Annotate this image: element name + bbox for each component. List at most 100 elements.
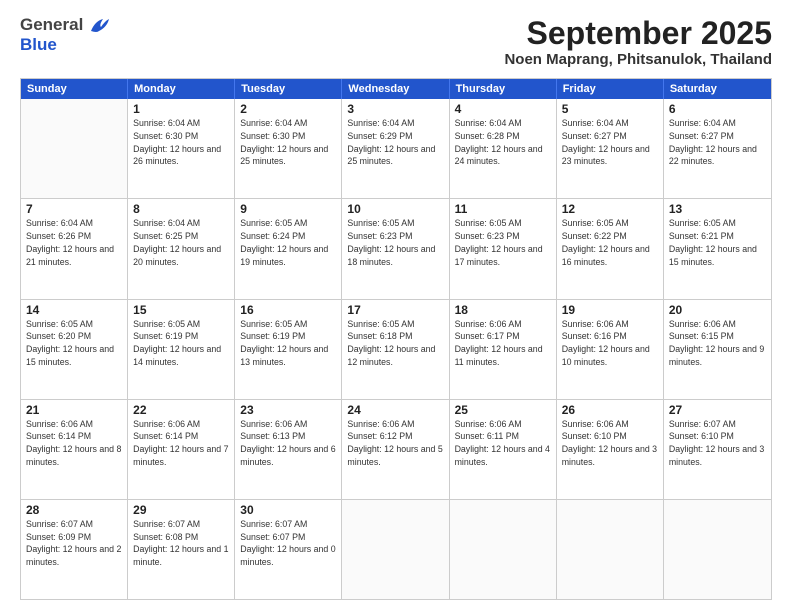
calendar: SundayMondayTuesdayWednesdayThursdayFrid… [20, 78, 772, 600]
cell-info: Sunrise: 6:07 AMSunset: 6:07 PMDaylight:… [240, 518, 336, 569]
cal-cell-4-2: 30Sunrise: 6:07 AMSunset: 6:07 PMDayligh… [235, 500, 342, 599]
cell-info: Sunrise: 6:06 AMSunset: 6:16 PMDaylight:… [562, 318, 658, 369]
cal-cell-2-3: 17Sunrise: 6:05 AMSunset: 6:18 PMDayligh… [342, 300, 449, 399]
header-day-thursday: Thursday [450, 79, 557, 99]
cal-cell-2-2: 16Sunrise: 6:05 AMSunset: 6:19 PMDayligh… [235, 300, 342, 399]
cell-info: Sunrise: 6:06 AMSunset: 6:14 PMDaylight:… [133, 418, 229, 469]
cell-day-number: 28 [26, 503, 122, 517]
cell-info: Sunrise: 6:05 AMSunset: 6:23 PMDaylight:… [347, 217, 443, 268]
cal-cell-4-5 [557, 500, 664, 599]
cal-cell-0-4: 4Sunrise: 6:04 AMSunset: 6:28 PMDaylight… [450, 99, 557, 198]
cell-day-number: 11 [455, 202, 551, 216]
cell-info: Sunrise: 6:04 AMSunset: 6:26 PMDaylight:… [26, 217, 122, 268]
cell-day-number: 15 [133, 303, 229, 317]
cell-day-number: 7 [26, 202, 122, 216]
cal-cell-2-5: 19Sunrise: 6:06 AMSunset: 6:16 PMDayligh… [557, 300, 664, 399]
cal-cell-2-4: 18Sunrise: 6:06 AMSunset: 6:17 PMDayligh… [450, 300, 557, 399]
cal-cell-3-6: 27Sunrise: 6:07 AMSunset: 6:10 PMDayligh… [664, 400, 771, 499]
cell-day-number: 23 [240, 403, 336, 417]
cell-day-number: 21 [26, 403, 122, 417]
cal-cell-3-4: 25Sunrise: 6:06 AMSunset: 6:11 PMDayligh… [450, 400, 557, 499]
cell-info: Sunrise: 6:05 AMSunset: 6:21 PMDaylight:… [669, 217, 766, 268]
cell-day-number: 4 [455, 102, 551, 116]
cell-info: Sunrise: 6:06 AMSunset: 6:11 PMDaylight:… [455, 418, 551, 469]
cell-day-number: 2 [240, 102, 336, 116]
cell-info: Sunrise: 6:06 AMSunset: 6:10 PMDaylight:… [562, 418, 658, 469]
cell-day-number: 9 [240, 202, 336, 216]
cell-info: Sunrise: 6:05 AMSunset: 6:20 PMDaylight:… [26, 318, 122, 369]
cell-day-number: 6 [669, 102, 766, 116]
cell-info: Sunrise: 6:04 AMSunset: 6:28 PMDaylight:… [455, 117, 551, 168]
cell-info: Sunrise: 6:04 AMSunset: 6:30 PMDaylight:… [240, 117, 336, 168]
cell-info: Sunrise: 6:07 AMSunset: 6:10 PMDaylight:… [669, 418, 766, 469]
cal-cell-0-2: 2Sunrise: 6:04 AMSunset: 6:30 PMDaylight… [235, 99, 342, 198]
cal-cell-3-2: 23Sunrise: 6:06 AMSunset: 6:13 PMDayligh… [235, 400, 342, 499]
cell-day-number: 17 [347, 303, 443, 317]
cal-cell-3-3: 24Sunrise: 6:06 AMSunset: 6:12 PMDayligh… [342, 400, 449, 499]
cell-day-number: 18 [455, 303, 551, 317]
cal-cell-1-5: 12Sunrise: 6:05 AMSunset: 6:22 PMDayligh… [557, 199, 664, 298]
cal-cell-1-3: 10Sunrise: 6:05 AMSunset: 6:23 PMDayligh… [342, 199, 449, 298]
cal-cell-2-6: 20Sunrise: 6:06 AMSunset: 6:15 PMDayligh… [664, 300, 771, 399]
cell-info: Sunrise: 6:04 AMSunset: 6:27 PMDaylight:… [669, 117, 766, 168]
cal-cell-4-4 [450, 500, 557, 599]
cell-info: Sunrise: 6:06 AMSunset: 6:14 PMDaylight:… [26, 418, 122, 469]
cal-cell-1-0: 7Sunrise: 6:04 AMSunset: 6:26 PMDaylight… [21, 199, 128, 298]
cell-day-number: 8 [133, 202, 229, 216]
cell-day-number: 19 [562, 303, 658, 317]
logo: General Blue [20, 16, 111, 53]
cell-info: Sunrise: 6:06 AMSunset: 6:12 PMDaylight:… [347, 418, 443, 469]
cell-info: Sunrise: 6:07 AMSunset: 6:08 PMDaylight:… [133, 518, 229, 569]
cell-day-number: 14 [26, 303, 122, 317]
header: General Blue September 2025 Noen Maprang… [20, 16, 772, 68]
cal-cell-4-0: 28Sunrise: 6:07 AMSunset: 6:09 PMDayligh… [21, 500, 128, 599]
month-title: September 2025 [504, 16, 772, 51]
header-day-friday: Friday [557, 79, 664, 99]
logo-general: General [20, 15, 83, 34]
cell-day-number: 1 [133, 102, 229, 116]
calendar-row-0: 1Sunrise: 6:04 AMSunset: 6:30 PMDaylight… [21, 99, 771, 199]
cell-day-number: 13 [669, 202, 766, 216]
title-section: September 2025 Noen Maprang, Phitsanulok… [504, 16, 772, 68]
cell-day-number: 5 [562, 102, 658, 116]
cell-info: Sunrise: 6:06 AMSunset: 6:13 PMDaylight:… [240, 418, 336, 469]
cal-cell-4-6 [664, 500, 771, 599]
header-day-monday: Monday [128, 79, 235, 99]
page: General Blue September 2025 Noen Maprang… [0, 0, 792, 612]
cell-info: Sunrise: 6:05 AMSunset: 6:19 PMDaylight:… [133, 318, 229, 369]
calendar-row-4: 28Sunrise: 6:07 AMSunset: 6:09 PMDayligh… [21, 500, 771, 599]
cal-cell-3-0: 21Sunrise: 6:06 AMSunset: 6:14 PMDayligh… [21, 400, 128, 499]
calendar-body: 1Sunrise: 6:04 AMSunset: 6:30 PMDaylight… [21, 99, 771, 599]
cal-cell-4-1: 29Sunrise: 6:07 AMSunset: 6:08 PMDayligh… [128, 500, 235, 599]
cell-day-number: 12 [562, 202, 658, 216]
cal-cell-0-5: 5Sunrise: 6:04 AMSunset: 6:27 PMDaylight… [557, 99, 664, 198]
cal-cell-0-3: 3Sunrise: 6:04 AMSunset: 6:29 PMDaylight… [342, 99, 449, 198]
cell-day-number: 30 [240, 503, 336, 517]
cell-info: Sunrise: 6:04 AMSunset: 6:30 PMDaylight:… [133, 117, 229, 168]
cell-info: Sunrise: 6:05 AMSunset: 6:23 PMDaylight:… [455, 217, 551, 268]
header-day-tuesday: Tuesday [235, 79, 342, 99]
cal-cell-1-2: 9Sunrise: 6:05 AMSunset: 6:24 PMDaylight… [235, 199, 342, 298]
cell-day-number: 25 [455, 403, 551, 417]
cell-day-number: 27 [669, 403, 766, 417]
calendar-row-3: 21Sunrise: 6:06 AMSunset: 6:14 PMDayligh… [21, 400, 771, 500]
cell-info: Sunrise: 6:04 AMSunset: 6:27 PMDaylight:… [562, 117, 658, 168]
cell-info: Sunrise: 6:05 AMSunset: 6:22 PMDaylight:… [562, 217, 658, 268]
cell-info: Sunrise: 6:05 AMSunset: 6:19 PMDaylight:… [240, 318, 336, 369]
cell-day-number: 24 [347, 403, 443, 417]
cal-cell-0-6: 6Sunrise: 6:04 AMSunset: 6:27 PMDaylight… [664, 99, 771, 198]
cell-info: Sunrise: 6:05 AMSunset: 6:24 PMDaylight:… [240, 217, 336, 268]
cal-cell-2-1: 15Sunrise: 6:05 AMSunset: 6:19 PMDayligh… [128, 300, 235, 399]
calendar-header: SundayMondayTuesdayWednesdayThursdayFrid… [21, 79, 771, 99]
cal-cell-1-4: 11Sunrise: 6:05 AMSunset: 6:23 PMDayligh… [450, 199, 557, 298]
cell-info: Sunrise: 6:05 AMSunset: 6:18 PMDaylight:… [347, 318, 443, 369]
cal-cell-1-6: 13Sunrise: 6:05 AMSunset: 6:21 PMDayligh… [664, 199, 771, 298]
cal-cell-2-0: 14Sunrise: 6:05 AMSunset: 6:20 PMDayligh… [21, 300, 128, 399]
cal-cell-0-1: 1Sunrise: 6:04 AMSunset: 6:30 PMDaylight… [128, 99, 235, 198]
cal-cell-0-0 [21, 99, 128, 198]
cell-day-number: 3 [347, 102, 443, 116]
cell-day-number: 26 [562, 403, 658, 417]
location-title: Noen Maprang, Phitsanulok, Thailand [504, 51, 772, 68]
cal-cell-3-1: 22Sunrise: 6:06 AMSunset: 6:14 PMDayligh… [128, 400, 235, 499]
cal-cell-3-5: 26Sunrise: 6:06 AMSunset: 6:10 PMDayligh… [557, 400, 664, 499]
